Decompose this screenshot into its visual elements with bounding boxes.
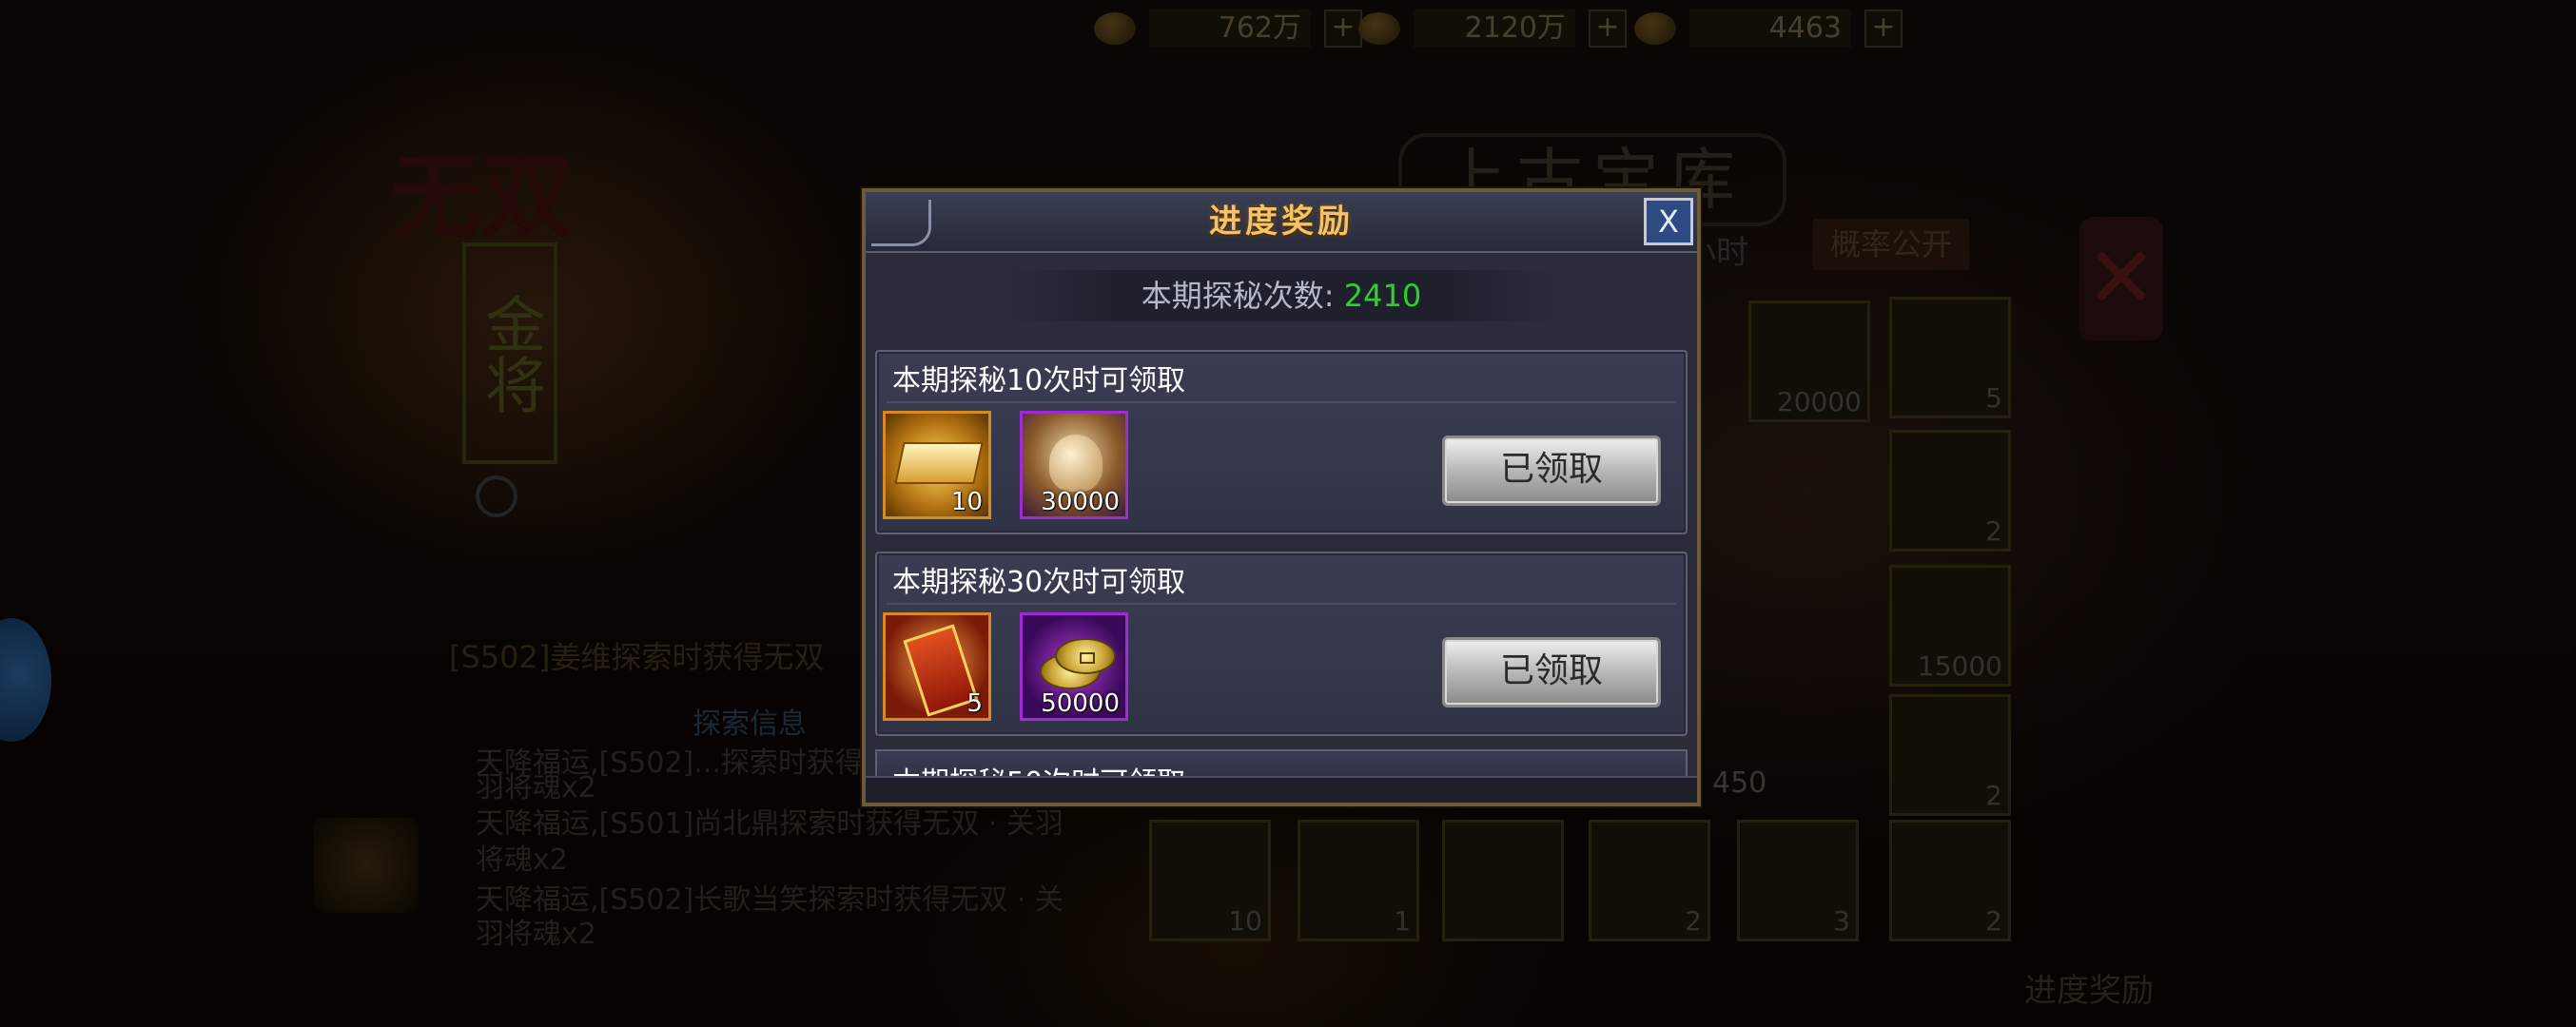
divider: [887, 603, 1676, 605]
tier-title: 本期探秘30次时可领取: [892, 566, 1186, 599]
gold-bar-icon[interactable]: 10: [883, 411, 991, 519]
explore-count-label: 本期探秘次数:: [1141, 278, 1344, 314]
dialog-header: 进度奖励 X: [866, 192, 1697, 253]
copper-coins-icon[interactable]: 50000: [1020, 612, 1128, 721]
reward-tier-partial: 本期探秘50次时可领取: [875, 749, 1688, 778]
item-qty: 10: [950, 488, 983, 516]
reward-tier: 本期探秘10次时可领取 10 30000 已领取: [875, 350, 1688, 534]
close-button[interactable]: X: [1644, 198, 1693, 245]
item-qty: 5: [966, 689, 983, 718]
command-token-icon[interactable]: 5: [883, 612, 991, 721]
explore-count: 本期探秘次数: 2410: [1008, 270, 1554, 321]
claimed-button[interactable]: 已领取: [1442, 637, 1661, 707]
reward-tier: 本期探秘30次时可领取 5 50000 已领取: [875, 552, 1688, 736]
dialog-footer: [866, 776, 1697, 803]
item-qty: 50000: [1041, 689, 1120, 718]
claimed-button[interactable]: 已领取: [1442, 436, 1661, 506]
tier-title: 本期探秘50次时可领取: [892, 759, 1185, 778]
tier-title: 本期探秘10次时可领取: [892, 364, 1186, 397]
silver-sack-icon[interactable]: 30000: [1020, 411, 1128, 519]
explore-count-value: 2410: [1343, 278, 1422, 314]
divider: [887, 401, 1676, 403]
item-qty: 30000: [1041, 488, 1120, 516]
progress-reward-dialog: 进度奖励 X 本期探秘次数: 2410 本期探秘10次时可领取 10 30000…: [862, 188, 1701, 806]
dialog-title: 进度奖励: [1209, 203, 1354, 241]
